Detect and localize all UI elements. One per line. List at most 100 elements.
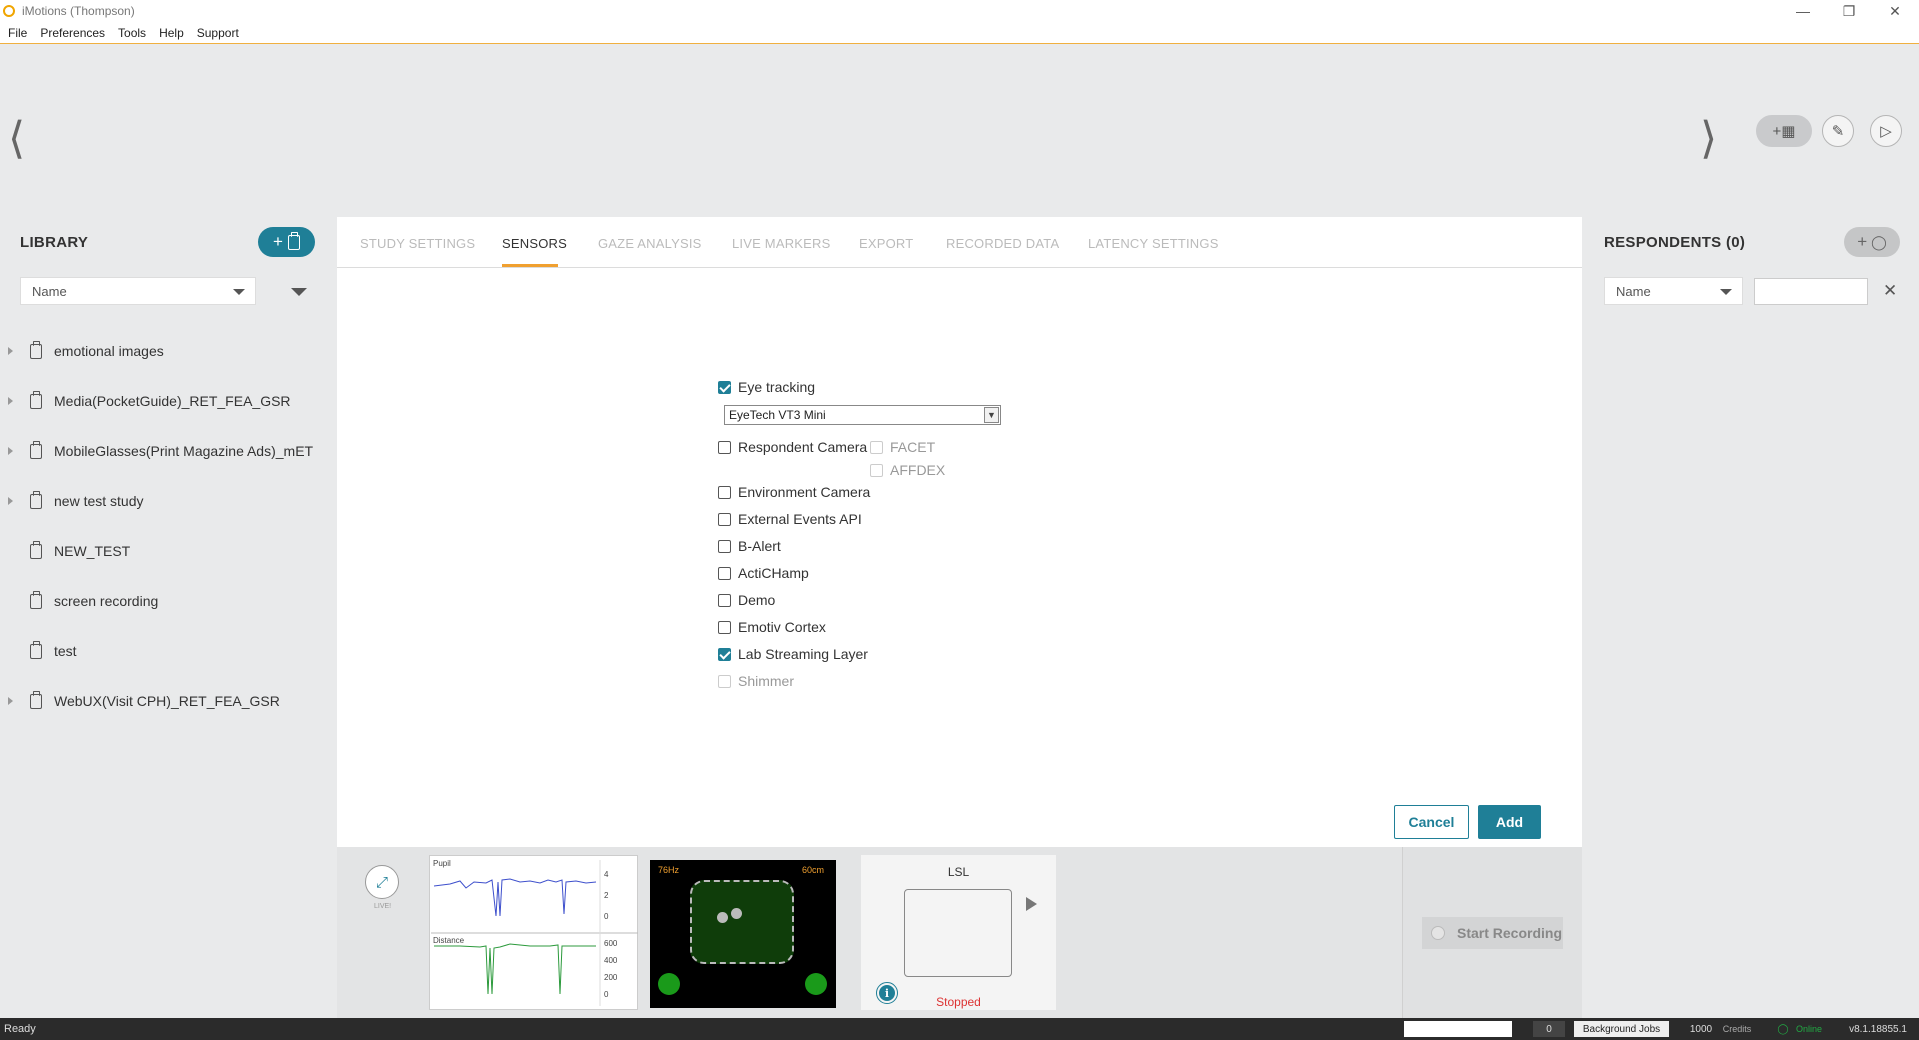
demo-checkbox[interactable] [718,593,731,607]
tab-sensors[interactable]: SENSORS [502,236,567,251]
credits-value: 1000 [1689,1023,1713,1035]
environment-camera-checkbox[interactable] [718,485,731,499]
chevron-left-icon[interactable]: ⟨ [8,113,25,164]
sensor-affdex[interactable]: AFFDEX [870,462,945,478]
cancel-button[interactable]: Cancel [1394,805,1469,839]
dropdown-arrow-icon [1720,289,1732,295]
pencil-icon[interactable]: ✎ [1822,115,1854,147]
library-item[interactable]: emotional images [0,326,337,376]
add-film-icon[interactable]: +▦ [1756,115,1812,147]
affdex-checkbox[interactable] [870,463,883,477]
expand-arrow-icon[interactable] [8,397,13,405]
sensor-label: B-Alert [738,538,781,554]
facet-checkbox[interactable] [870,440,883,454]
respondent-camera-checkbox[interactable] [718,440,731,454]
background-jobs-button[interactable]: Background Jobs [1574,1021,1669,1037]
tab-gaze-analysis[interactable]: GAZE ANALYSIS [598,236,702,251]
lsl-preview [904,889,1012,977]
filter-dropdown-icon[interactable] [291,288,307,296]
clipboard-icon [287,231,300,250]
menu-file[interactable]: File [8,26,27,40]
sensor-shimmer[interactable]: Shimmer [718,673,794,689]
expand-arrow-icon[interactable] [8,347,13,355]
record-icon [1431,926,1445,940]
respondents-sort-select[interactable]: Name [1604,277,1743,305]
minimize-icon[interactable]: — [1780,0,1826,22]
sensor-lab-streaming-layer[interactable]: Lab Streaming Layer [718,646,868,662]
library-item[interactable]: NEW_TEST [0,526,337,576]
library-sort-select[interactable]: Name [20,277,256,305]
library-item[interactable]: screen recording [0,576,337,626]
library-item[interactable]: WebUX(Visit CPH)_RET_FEA_GSR [0,676,337,726]
restore-icon[interactable]: ❐ [1826,0,1872,22]
expand-arrow-icon[interactable] [8,497,13,505]
external-events-api-checkbox[interactable] [718,512,731,526]
library-item[interactable]: Media(PocketGuide)_RET_FEA_GSR [0,376,337,426]
sensor-external-events-api[interactable]: External Events API [718,511,862,527]
tab-live-markers[interactable]: LIVE MARKERS [732,236,831,251]
stimulus-carousel: ⟨ ⟩ +▦ ✎ ▷ [0,45,1919,217]
sensor-b-alert[interactable]: B-Alert [718,538,781,554]
clipboard-icon [30,340,42,359]
tab-study-settings[interactable]: STUDY SETTINGS [360,236,475,251]
sensor-facet[interactable]: FACET [870,439,935,455]
menu-preferences[interactable]: Preferences [40,26,105,40]
add-button[interactable]: Add [1478,805,1541,839]
signal-graph [431,860,638,1006]
sensor-emotiv-cortex[interactable]: Emotiv Cortex [718,619,826,635]
menu-help[interactable]: Help [159,26,184,40]
library-item-label: Media(PocketGuide)_RET_FEA_GSR [54,393,291,409]
actichamp-checkbox[interactable] [718,566,731,580]
chevron-right-icon[interactable]: ⟩ [1700,113,1717,164]
tab-bar: STUDY SETTINGS SENSORS GAZE ANALYSIS LIV… [337,217,1582,268]
start-recording-button[interactable]: Start Recording [1422,917,1563,949]
library-item-label: new test study [54,493,144,509]
eye-rate: 76Hz [658,865,680,875]
library-item[interactable]: test [0,626,337,676]
sensor-label: Eye tracking [738,379,816,395]
add-study-button[interactable]: + [258,227,315,257]
play-icon[interactable]: ▷ [1870,115,1902,147]
sensor-label: External Events API [738,511,862,527]
emotiv-cortex-checkbox[interactable] [718,620,731,634]
jobs-count: 0 [1533,1021,1565,1037]
expand-arrow-icon[interactable] [8,697,13,705]
sensor-label: Respondent Camera [738,439,868,455]
expand-icon[interactable]: ⤢ [365,865,399,899]
respondents-search-input[interactable] [1754,278,1868,305]
version: v8.1.18855.1 [1849,1023,1907,1035]
menu-bar: File Preferences Tools Help Support [0,22,1919,44]
title-bar: iMotions (Thompson) — ❐ ✕ [0,0,1919,22]
lab-streaming-layer-checkbox[interactable] [718,647,731,661]
sensor-demo[interactable]: Demo [718,592,775,608]
shimmer-checkbox[interactable] [718,674,731,688]
clear-icon[interactable]: ✕ [1883,281,1897,301]
eye-tracking-checkbox[interactable] [718,380,731,394]
eye-position-card: 76Hz 60cm [650,860,836,1008]
clipboard-icon [30,490,42,509]
sensor-environment-camera[interactable]: Environment Camera [718,484,870,500]
tab-latency-settings[interactable]: LATENCY SETTINGS [1088,236,1219,251]
status-bar: Ready 0 Background Jobs 1000 Credits ◯ O… [0,1018,1919,1040]
sensor-label: Emotiv Cortex [738,619,826,635]
close-icon[interactable]: ✕ [1872,0,1918,22]
person-icon: ◯ [1871,233,1887,250]
tab-export[interactable]: EXPORT [859,236,913,251]
tab-recorded-data[interactable]: RECORDED DATA [946,236,1059,251]
library-item-label: WebUX(Visit CPH)_RET_FEA_GSR [54,693,280,709]
b-alert-checkbox[interactable] [718,539,731,553]
sensor-actichamp[interactable]: ActiCHamp [718,565,809,581]
sensor-eye-tracking[interactable]: Eye tracking [718,379,815,395]
sensor-label: ActiCHamp [738,565,809,581]
add-respondent-button[interactable]: + ◯ [1844,227,1900,257]
eye-tracker-select[interactable]: EyeTech VT3 Mini ▼ [724,405,1001,425]
respondents-title: RESPONDENTS (0) [1604,234,1746,251]
library-item[interactable]: MobileGlasses(Print Magazine Ads)_mET [0,426,337,476]
expand-arrow-icon[interactable] [8,447,13,455]
menu-tools[interactable]: Tools [118,26,146,40]
library-item[interactable]: new test study [0,476,337,526]
play-icon[interactable] [1026,897,1037,911]
sensor-respondent-camera[interactable]: Respondent Camera [718,439,867,455]
study-settings-panel: STUDY SETTINGS SENSORS GAZE ANALYSIS LIV… [337,217,1582,847]
menu-support[interactable]: Support [197,26,239,40]
